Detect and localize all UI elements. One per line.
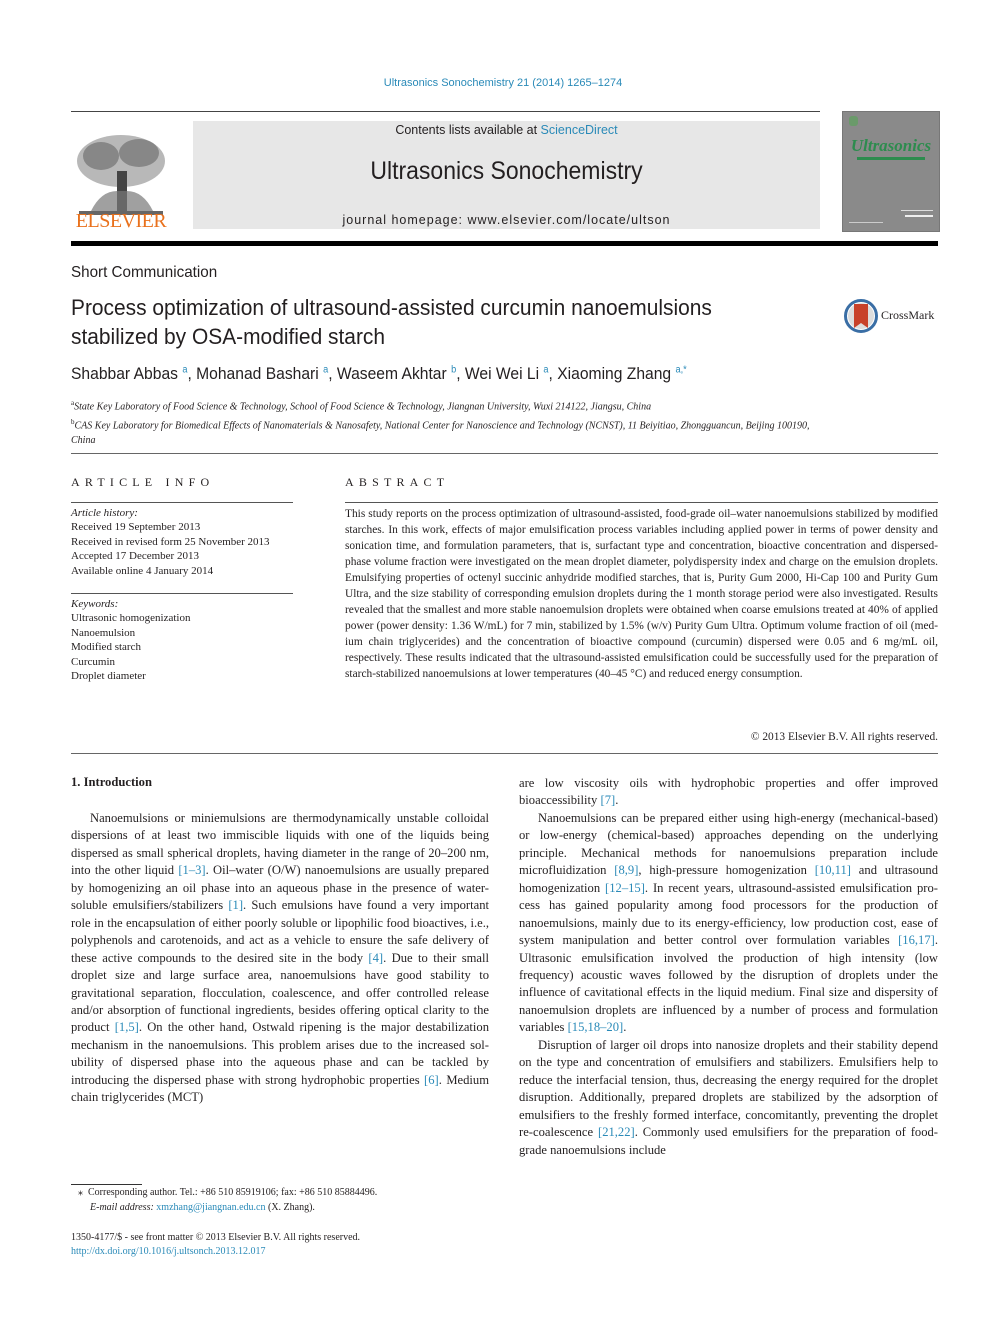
crossmark-label: CrossMark	[881, 308, 935, 322]
body-column-right: are low viscosity oils with hydrophobic …	[519, 775, 938, 1159]
history-item: Accepted 17 December 2013	[71, 550, 199, 563]
email-suffix: (X. Zhang).	[265, 1201, 315, 1213]
keyword: Curcumin	[71, 655, 115, 668]
abstract-copyright: © 2013 Elsevier B.V. All rights reserved…	[750, 731, 938, 743]
cover-text-line	[905, 215, 933, 217]
crossmark-button[interactable]: CrossMark	[844, 298, 944, 334]
author-name[interactable]: Shabbar Abbas	[71, 364, 178, 383]
citation-reference-link[interactable]: [16,17]	[898, 933, 935, 947]
elsevier-wordmark: ELSEVIER	[75, 210, 167, 232]
footnote-rule	[71, 1184, 142, 1185]
email-label: E-mail address:	[90, 1201, 154, 1213]
journal-banner: Contents lists available at ScienceDirec…	[193, 121, 820, 229]
title-line: Process optimization of ultrasound-assis…	[71, 295, 712, 320]
abstract-rule	[345, 502, 938, 503]
affiliation-text: CAS Key Laboratory for Biomedical Effect…	[71, 420, 810, 446]
abstract-heading: ABSTRACT	[345, 475, 450, 489]
section-rule	[71, 453, 938, 454]
front-matter: 1350-4177/$ - see front matter © 2013 El…	[71, 1231, 360, 1259]
corresponding-author-footnote: ⁎ Corresponding author. Tel.: +86 510 85…	[78, 1186, 377, 1215]
paragraph: are low viscosity oils with hydrophobic …	[519, 776, 938, 808]
affiliation: bCAS Key Laboratory for Biomedical Effec…	[71, 415, 831, 448]
article-title: Process optimization of ultrasound-assis…	[71, 293, 778, 351]
header-thick-rule	[71, 241, 938, 246]
article-type: Short Communication	[71, 264, 218, 281]
affiliation-text: State Key Laboratory of Food Science & T…	[74, 401, 652, 413]
journal-citation-link[interactable]: Ultrasonics Sonochemistry 21 (2014) 1265…	[0, 77, 992, 89]
header-rule	[71, 111, 820, 112]
journal-cover-image[interactable]: Ultrasonics	[842, 111, 940, 232]
author-list: Shabbar Abbas a, Mohanad Bashari a, Wase…	[71, 364, 687, 383]
affiliation-marker[interactable]: a	[543, 364, 548, 375]
author-name[interactable]: Wei Wei Li	[465, 364, 539, 383]
citation-reference-link[interactable]: [4]	[368, 951, 383, 965]
keyword: Droplet diameter	[71, 670, 146, 683]
crossmark-icon	[844, 299, 878, 333]
issn-line: 1350-4177/$ - see front matter © 2013 El…	[71, 1232, 361, 1243]
author-name[interactable]: Xiaoming Zhang	[557, 364, 671, 383]
history-item: Received 19 September 2013	[71, 521, 201, 534]
keyword: Modified starch	[71, 641, 141, 654]
footnote-line: ⁎ Corresponding author. Tel.: +86 510 85…	[78, 1186, 377, 1201]
article-info-heading: ARTICLE INFO	[71, 475, 215, 489]
citation-reference-link[interactable]: [1]	[228, 898, 243, 912]
keywords: Keywords: Ultrasonic homogenization Nano…	[71, 597, 190, 683]
article-info-rule	[71, 502, 293, 503]
citation-reference-link[interactable]: [21,22]	[598, 1125, 635, 1139]
journal-title: Ultrasonics Sonochemistry	[370, 157, 643, 185]
abstract-text: This study reports on the process optimi…	[345, 508, 938, 680]
history-item: Available online 4 January 2014	[71, 564, 214, 577]
keyword: Nanoemulsion	[71, 626, 136, 639]
email-link[interactable]: xmzhang@jiangnan.edu.cn	[156, 1202, 265, 1213]
journal-homepage-link[interactable]: journal homepage: www.elsevier.com/locat…	[193, 213, 820, 227]
cover-logo-icon	[849, 116, 858, 126]
affiliations: aState Key Laboratory of Food Science & …	[71, 396, 831, 448]
author-name[interactable]: Waseem Akhtar	[337, 364, 447, 383]
affiliation-marker[interactable]: a	[323, 364, 328, 375]
history-label: Article history:	[71, 507, 138, 519]
keywords-label: Keywords:	[71, 598, 119, 610]
footnote-marker: ⁎	[78, 1187, 83, 1198]
footnote-line: E-mail address: xmzhang@jiangnan.edu.cn …	[78, 1201, 377, 1216]
citation-reference-link[interactable]: [12–15]	[605, 881, 645, 895]
body-column-left: Nanoemulsions or miniemulsions are therm…	[71, 810, 489, 1107]
citation-reference-link[interactable]: [15,18–20]	[568, 1020, 624, 1034]
affiliation-marker[interactable]: a,*	[675, 364, 686, 375]
author-name[interactable]: Mohanad Bashari	[196, 364, 319, 383]
paragraph: Nanoemulsions can be prepared either usi…	[519, 810, 938, 1035]
citation-reference-link[interactable]: [1,5]	[115, 1020, 139, 1034]
citation-reference-link[interactable]: [6]	[424, 1073, 439, 1087]
title-line: stabilized by OSA-modified starch	[71, 324, 386, 349]
article-history: Article history: Received 19 September 2…	[71, 506, 270, 578]
cover-text-line	[849, 222, 883, 223]
doi-link[interactable]: http://dx.doi.org/10.1016/j.ultsonch.201…	[71, 1246, 266, 1257]
citation-reference-link[interactable]: [8,9]	[614, 863, 638, 877]
citation-reference-link[interactable]: [10,11]	[815, 863, 851, 877]
cover-subtitle-bar	[857, 157, 925, 160]
history-item: Received in revised form 25 November 201…	[71, 535, 270, 548]
introduction-heading: 1. Introduction	[71, 775, 152, 789]
cover-title: Ultrasonics	[850, 136, 932, 155]
contents-available: Contents lists available at ScienceDirec…	[395, 123, 618, 137]
paragraph: Nanoemulsions or miniemulsions are therm…	[71, 811, 490, 1105]
section-rule	[71, 753, 938, 754]
sciencedirect-link[interactable]: ScienceDirect	[541, 123, 618, 137]
keyword: Ultrasonic homogenization	[71, 612, 191, 625]
affiliation: aState Key Laboratory of Food Science & …	[71, 396, 831, 415]
footnote-text: Corresponding author. Tel.: +86 510 8591…	[88, 1187, 378, 1198]
keywords-rule	[71, 593, 293, 594]
paragraph: Disruption of larger oil drops into nano…	[519, 1037, 938, 1157]
affiliation-marker[interactable]: b	[451, 364, 456, 375]
affiliation-marker[interactable]: a	[182, 364, 187, 375]
citation-reference-link[interactable]: [7]	[601, 793, 616, 807]
cover-text-line	[901, 210, 933, 211]
citation-reference-link[interactable]: [1–3]	[178, 863, 205, 877]
